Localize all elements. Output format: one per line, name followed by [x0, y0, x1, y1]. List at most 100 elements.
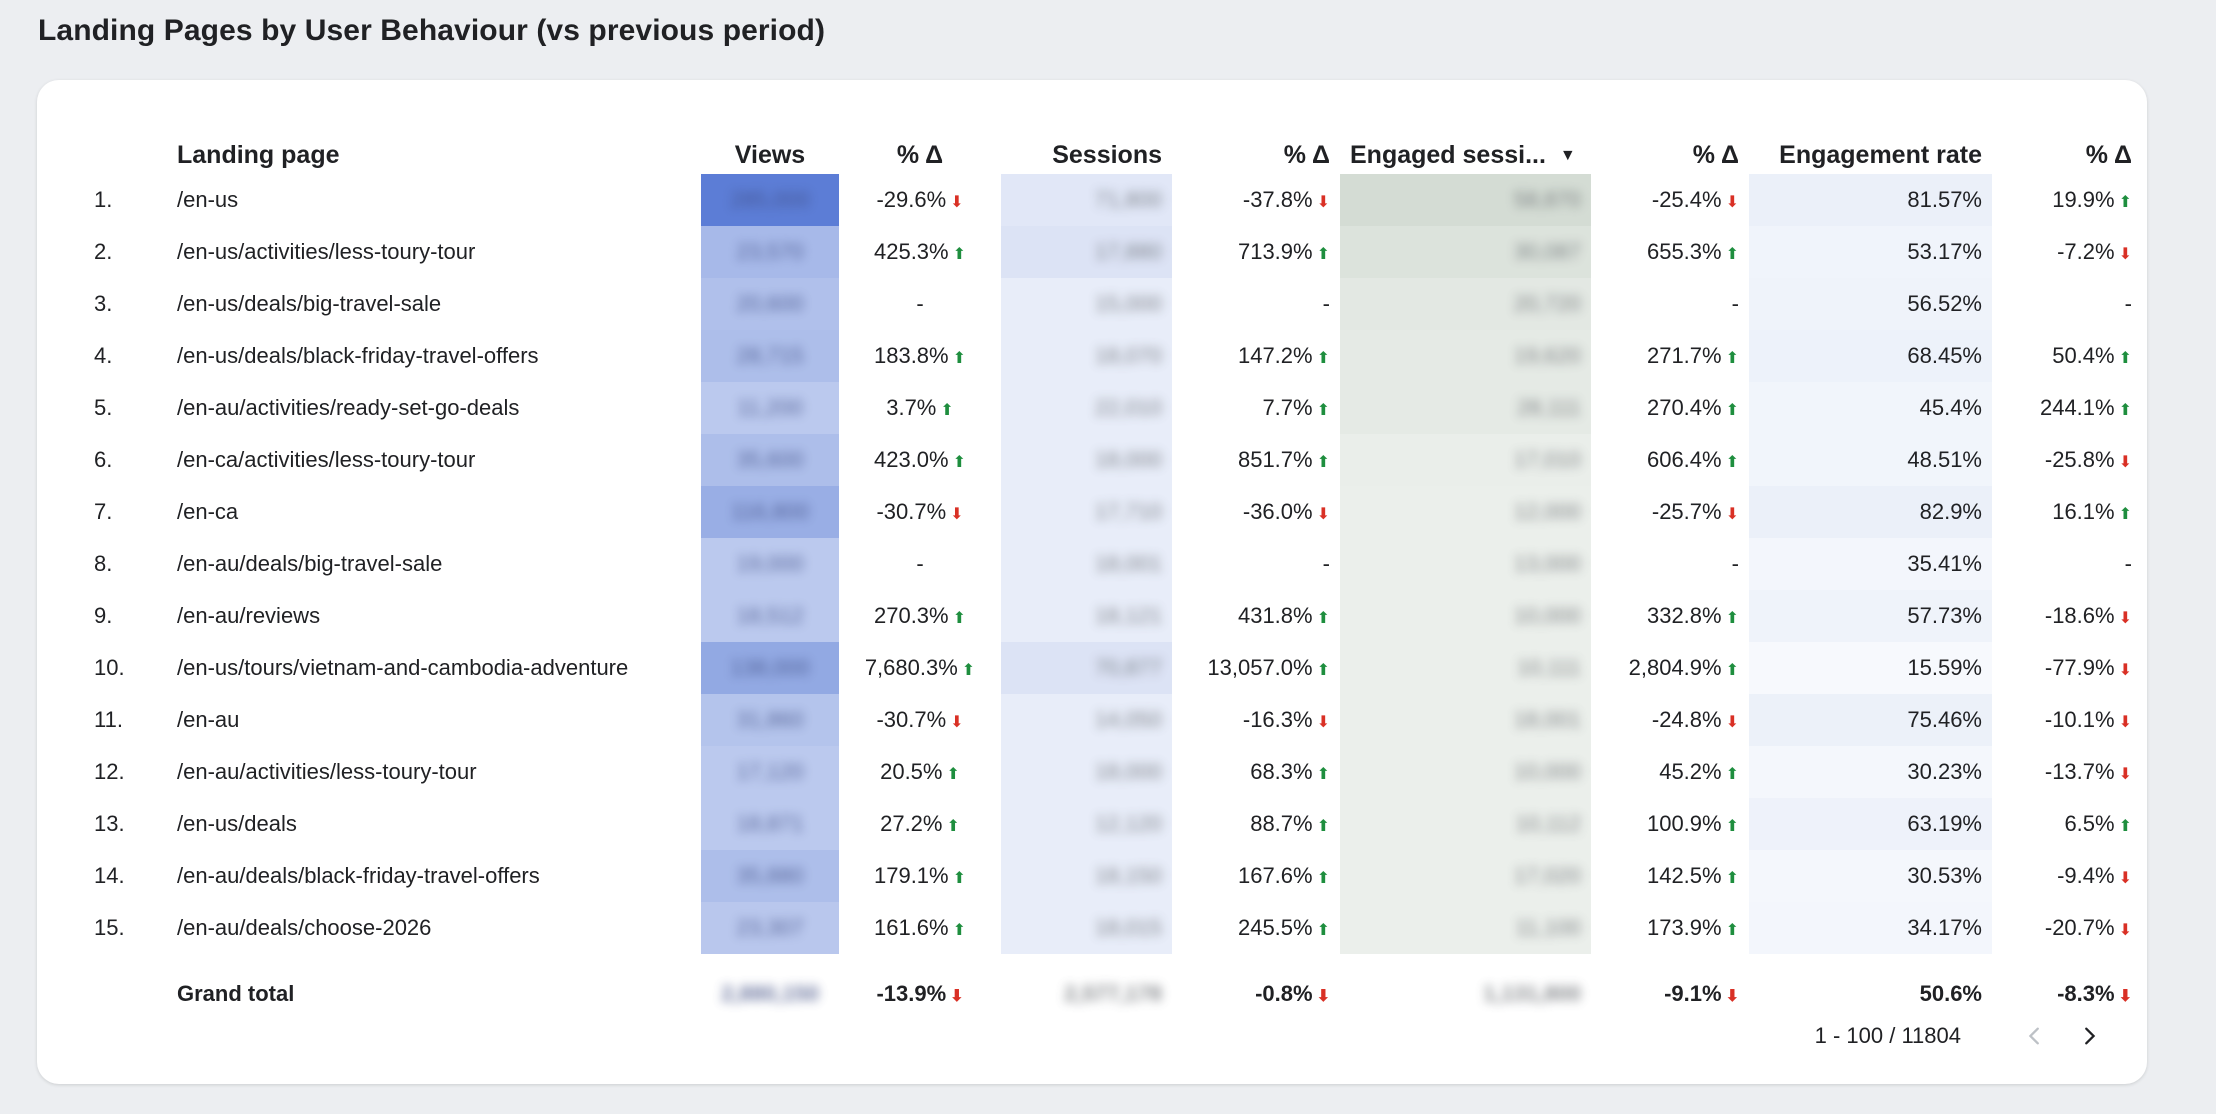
- landing-page-cell[interactable]: /en-au: [167, 694, 701, 746]
- engaged-sessions-value: 18,001: [1513, 707, 1581, 732]
- engaged-pct: -25.7% ⬇: [1591, 486, 1749, 538]
- header-views[interactable]: Views: [701, 120, 839, 174]
- sessions-value: 15,000: [1094, 291, 1162, 316]
- engagement-rate-cell: 82.9%: [1749, 486, 1992, 538]
- landing-page-cell[interactable]: /en-us/deals: [167, 798, 701, 850]
- engaged-pct: -: [1591, 278, 1749, 330]
- engaged-pct-value: 173.9%: [1646, 915, 1722, 940]
- table-row[interactable]: 7./en-ca 116,800 -30.7% ⬇ 17,710 -36.0% ⬇ 12,00…: [82, 486, 2142, 538]
- table-row[interactable]: 2. /en-us/activities/less-toury-tour 23,57…: [82, 226, 2142, 278]
- rate-pct-value: 244.1%: [2039, 395, 2115, 420]
- views-value: 17,120: [736, 759, 804, 784]
- sessions-pct-value: 851.7%: [1237, 447, 1313, 472]
- header-rate-pct[interactable]: % Δ: [1992, 120, 2142, 174]
- arrow-up-icon: ⬆: [946, 766, 960, 783]
- engaged-sessions-value: 13,000: [1513, 551, 1581, 576]
- sessions-cell: 18,015: [1001, 902, 1172, 954]
- landing-page-cell[interactable]: /en-au/deals/choose-2026: [167, 902, 701, 954]
- arrow-down-icon: ⬇: [1316, 506, 1330, 523]
- previous-page-button[interactable]: [2017, 1018, 2053, 1054]
- header-engagement-rate[interactable]: Engagement rate: [1749, 120, 1992, 174]
- landing-page-cell[interactable]: /en-ca/activities/less-toury-tour: [167, 434, 701, 486]
- arrow-up-icon: ⬆: [1316, 246, 1330, 263]
- engagement-rate-cell: 35.41%: [1749, 538, 1992, 590]
- landing-page-cell[interactable]: /en-au/activities/ready-set-go-deals: [167, 382, 701, 434]
- arrow-up-icon: ⬆: [1725, 610, 1739, 627]
- sessions-value: 17,710: [1094, 499, 1162, 524]
- table-row[interactable]: 9./en-au/reviews 18,512 270.3% ⬆ 18,121 431.8…: [82, 590, 2142, 642]
- header-sessions[interactable]: Sessions: [1001, 120, 1172, 174]
- table-row[interactable]: 8. /en-au/deals/big-travel-sale 19,000 - 18,…: [82, 538, 2142, 590]
- table-row[interactable]: 4. /en-us/deals/black-friday-travel-offer…: [82, 330, 2142, 382]
- landing-page-cell[interactable]: /en-au/deals/big-travel-sale: [167, 538, 701, 590]
- table-header-row: Landing page Views % Δ Sessions % Δ Enga…: [82, 120, 2142, 174]
- row-index: 4.: [94, 343, 113, 368]
- engagement-rate-cell: 34.17%: [1749, 902, 1992, 954]
- views-value: 23,570: [736, 239, 804, 264]
- grand-total-label: Grand total: [177, 981, 295, 1006]
- sessions-pct: 13,057.0% ⬆: [1172, 642, 1340, 694]
- arrow-down-icon: ⬇: [950, 194, 964, 211]
- arrow-down-icon: ⬇: [1725, 506, 1739, 523]
- rate-pct: -18.6% ⬇: [1992, 590, 2142, 642]
- sessions-cell: 14,050: [1001, 694, 1172, 746]
- engaged-sessions-cell: 10,000: [1340, 590, 1591, 642]
- views-cell: 31,860: [701, 694, 839, 746]
- views-cell: 35,600: [701, 434, 839, 486]
- rate-pct-value: 50.4%: [2052, 343, 2115, 368]
- landing-page-cell[interactable]: /en-ca: [167, 486, 701, 538]
- rate-pct: -9.4% ⬇: [1992, 850, 2142, 902]
- table-row[interactable]: 10. /en-us/tours/vietnam-and-cambodia-adv…: [82, 642, 2142, 694]
- engagement-rate-cell: 30.53%: [1749, 850, 1992, 902]
- landing-page-cell[interactable]: /en-us: [167, 174, 701, 226]
- views-value: 138,000: [730, 655, 810, 680]
- landing-page-cell[interactable]: /en-us/deals/black-friday-travel-offers: [167, 330, 701, 382]
- sessions-value: 18,000: [1094, 447, 1162, 472]
- engaged-sessions-value: 10,112: [1515, 811, 1581, 836]
- table-row[interactable]: 14. /en-au/deals/black-friday-travel-offe…: [82, 850, 2142, 902]
- table-row[interactable]: 1./en-us 285,000 -29.6% ⬇ 71,800 -37.8% ⬇ 58,87…: [82, 174, 2142, 226]
- landing-page-cell[interactable]: /en-au/reviews: [167, 590, 701, 642]
- header-views-pct[interactable]: % Δ: [839, 120, 1001, 174]
- sessions-pct-value: -: [1322, 291, 1330, 316]
- engaged-sessions-value: 28,111: [1516, 395, 1581, 420]
- next-page-button[interactable]: [2071, 1018, 2107, 1054]
- landing-page-cell[interactable]: /en-us/tours/vietnam-and-cambodia-advent…: [167, 642, 701, 694]
- landing-page-cell[interactable]: /en-au/deals/black-friday-travel-offers: [167, 850, 701, 902]
- rate-pct-value: 6.5%: [2064, 811, 2115, 836]
- row-index: 9.: [94, 603, 113, 628]
- views-pct-value: -: [916, 551, 924, 576]
- table-row[interactable]: 5. /en-au/activities/ready-set-go-deals 11…: [82, 382, 2142, 434]
- header-engaged-pct[interactable]: % Δ: [1591, 120, 1749, 174]
- table-row[interactable]: 12. /en-au/activities/less-toury-tour 17,1…: [82, 746, 2142, 798]
- header-index: [82, 120, 167, 174]
- landing-page-cell[interactable]: /en-au/activities/less-toury-tour: [167, 746, 701, 798]
- sessions-cell: 71,800: [1001, 174, 1172, 226]
- sessions-value: 18,150: [1094, 863, 1162, 888]
- views-pct: -30.7% ⬇: [839, 694, 1001, 746]
- engaged-sessions-cell: 10,112: [1340, 798, 1591, 850]
- rate-pct-value: -20.7%: [2044, 915, 2115, 940]
- header-sessions-pct[interactable]: % Δ: [1172, 120, 1340, 174]
- landing-page-cell[interactable]: /en-us/deals/big-travel-sale: [167, 278, 701, 330]
- sessions-pct: -37.8% ⬇: [1172, 174, 1340, 226]
- sessions-pct-value: -36.0%: [1242, 499, 1313, 524]
- grand-total-engaged-value: 1,131,800: [1483, 981, 1581, 1006]
- views-value: 35,600: [736, 447, 804, 472]
- grand-total-sessions-value: 2,577,178: [1064, 981, 1162, 1006]
- header-engaged-sessions[interactable]: Engaged sessi... ▼: [1340, 120, 1591, 174]
- engaged-pct-value: 655.3%: [1646, 239, 1722, 264]
- table-row[interactable]: 13./en-us/deals 18,871 27.2% ⬆ 12,120 88.7% ⬆ 1…: [82, 798, 2142, 850]
- engagement-rate-cell: 68.45%: [1749, 330, 1992, 382]
- rate-pct: 50.4% ⬆: [1992, 330, 2142, 382]
- header-landing-page[interactable]: Landing page: [167, 120, 701, 174]
- table-row[interactable]: 15./en-au/deals/choose-2026 23,307 161.6% ⬆…: [82, 902, 2142, 954]
- views-pct: 270.3% ⬆: [839, 590, 1001, 642]
- landing-page-cell[interactable]: /en-us/activities/less-toury-tour: [167, 226, 701, 278]
- arrow-up-icon: ⬆: [1316, 766, 1330, 783]
- arrow-up-icon: ⬆: [961, 662, 976, 679]
- table-row[interactable]: 6. /en-ca/activities/less-toury-tour 35,60…: [82, 434, 2142, 486]
- table-row[interactable]: 3. /en-us/deals/big-travel-sale 20,600 - 15,…: [82, 278, 2142, 330]
- table-row[interactable]: 11./en-au 31,860 -30.7% ⬇ 14,050 -16.3% ⬇ 18,00…: [82, 694, 2142, 746]
- engaged-pct-value: 100.9%: [1646, 811, 1722, 836]
